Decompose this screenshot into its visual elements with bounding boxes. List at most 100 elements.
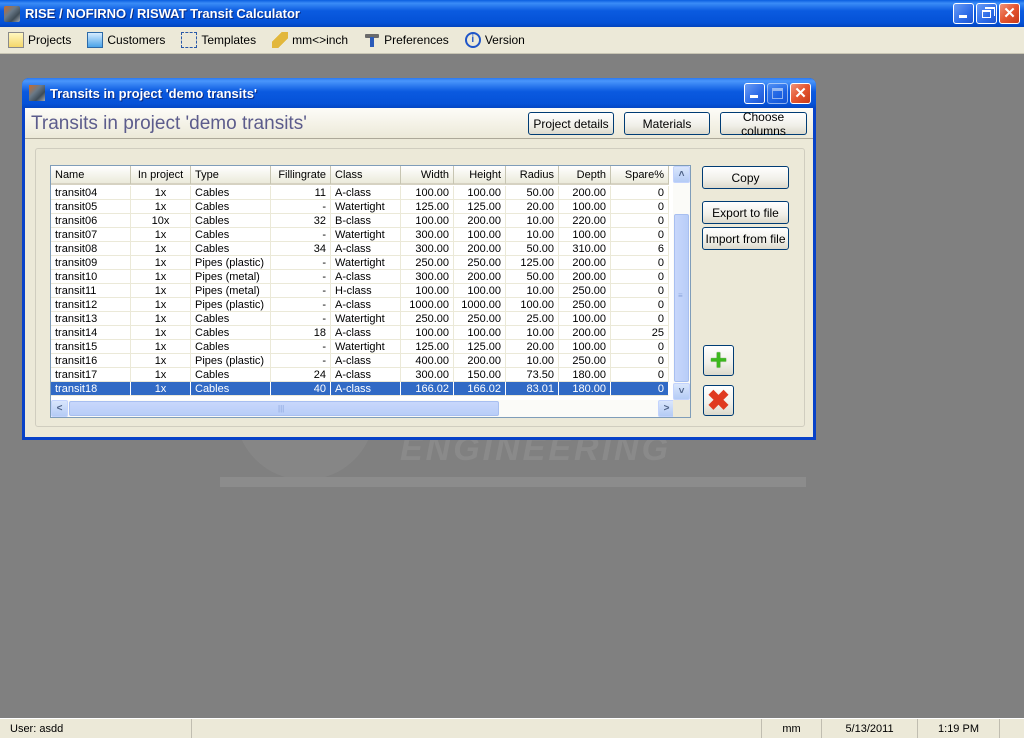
cell-type: Cables — [191, 368, 271, 382]
cell-width: 300.00 — [401, 270, 454, 284]
vertical-scrollbar[interactable]: ˄ ≡ ˅ — [673, 166, 690, 400]
status-user: User: asdd — [0, 719, 192, 738]
scroll-left-button[interactable]: < — [51, 400, 68, 417]
column-header-type[interactable]: Type — [191, 166, 271, 184]
scroll-up-button[interactable]: ˄ — [673, 166, 690, 183]
column-header-name[interactable]: Name — [51, 166, 131, 184]
table-row[interactable]: transit18 1x Cables 40 A-class 166.02 166.02 83… — [51, 382, 669, 396]
table-row[interactable]: transit17 1x Cables 24 A-class 300.00 150.00 73… — [51, 368, 669, 382]
cell-depth: 200.00 — [559, 270, 611, 284]
delete-transit-button[interactable]: ✖ — [703, 385, 734, 416]
cell-width: 100.00 — [401, 186, 454, 200]
cell-in-project: 1x — [131, 186, 191, 200]
menu-projects[interactable]: Projects — [8, 32, 71, 48]
cell-radius: 73.50 — [506, 368, 559, 382]
horizontal-scroll-thumb[interactable]: ||| — [69, 401, 499, 416]
cell-spare: 0 — [611, 214, 669, 228]
cell-name: transit08 — [51, 242, 131, 256]
app-window-controls: ✕ — [953, 3, 1020, 24]
table-body: transit04 1x Cables 11 A-class 100.00 100.00 50… — [51, 186, 669, 396]
vertical-scroll-thumb[interactable]: ≡ — [674, 214, 689, 382]
cell-height: 100.00 — [454, 326, 506, 340]
cell-name: transit15 — [51, 340, 131, 354]
column-header-fillingrate[interactable]: Fillingrate — [271, 166, 331, 184]
cell-radius: 10.00 — [506, 214, 559, 228]
cell-width: 100.00 — [401, 214, 454, 228]
cell-height: 100.00 — [454, 186, 506, 200]
column-header-width[interactable]: Width — [401, 166, 454, 184]
export-to-file-button[interactable]: Export to file — [702, 201, 789, 224]
cell-class: A-class — [331, 270, 401, 284]
cell-fillingrate: - — [271, 340, 331, 354]
table-row[interactable]: transit08 1x Cables 34 A-class 300.00 200.00 50… — [51, 242, 669, 256]
add-transit-button[interactable]: + — [703, 345, 734, 376]
menu-version[interactable]: i Version — [464, 32, 525, 48]
menu-customers[interactable]: Customers — [87, 32, 165, 48]
table-row[interactable]: transit09 1x Pipes (plastic) - Watertight 250… — [51, 256, 669, 270]
menu-templates[interactable]: Templates — [181, 32, 256, 48]
cell-spare: 0 — [611, 228, 669, 242]
scroll-down-button[interactable]: ˅ — [673, 383, 690, 400]
cell-width: 400.00 — [401, 354, 454, 368]
cell-fillingrate: 32 — [271, 214, 331, 228]
table-row[interactable]: transit06 10x Cables 32 B-class 100.00 200.00 1… — [51, 214, 669, 228]
horizontal-scrollbar[interactable]: < ||| > — [51, 400, 675, 417]
cell-height: 166.02 — [454, 382, 506, 396]
customers-icon — [87, 32, 104, 48]
copy-button[interactable]: Copy — [702, 166, 789, 189]
cell-class: A-class — [331, 326, 401, 340]
table-row[interactable]: transit07 1x Cables - Watertight 300.00 100.00… — [51, 228, 669, 242]
import-from-file-button[interactable]: Import from file — [702, 227, 789, 250]
cell-width: 100.00 — [401, 284, 454, 298]
table-row[interactable]: transit04 1x Cables 11 A-class 100.00 100.00 50… — [51, 186, 669, 200]
cell-depth: 100.00 — [559, 340, 611, 354]
app-minimize-button[interactable] — [953, 3, 974, 24]
menu-preferences[interactable]: Preferences — [364, 32, 449, 48]
transits-table[interactable]: Name In project Type Fillingrate Class W… — [50, 165, 691, 418]
child-minimize-button[interactable] — [744, 83, 765, 104]
cell-width: 250.00 — [401, 312, 454, 326]
app-restore-button[interactable] — [976, 3, 997, 24]
table-row[interactable]: transit15 1x Cables - Watertight 125.00 125.00… — [51, 340, 669, 354]
cell-class: Watertight — [331, 200, 401, 214]
choose-columns-button[interactable]: Choose columns — [720, 110, 807, 138]
cell-in-project: 1x — [131, 382, 191, 396]
column-header-radius[interactable]: Radius — [506, 166, 559, 184]
cell-fillingrate: - — [271, 284, 331, 298]
column-header-spare[interactable]: Spare% — [611, 166, 669, 184]
table-row[interactable]: transit05 1x Cables - Watertight 125.00 125.00… — [51, 200, 669, 214]
cell-in-project: 1x — [131, 242, 191, 256]
cell-depth: 100.00 — [559, 312, 611, 326]
status-date: 5/13/2011 — [822, 719, 918, 738]
table-row[interactable]: transit14 1x Cables 18 A-class 100.00 100.00 10… — [51, 326, 669, 340]
table-row[interactable]: transit16 1x Pipes (plastic) - A-class 400.00… — [51, 354, 669, 368]
transits-window-titlebar[interactable]: Transits in project 'demo transits' ✕ — [22, 78, 816, 108]
cell-spare: 0 — [611, 256, 669, 270]
menu-label: mm<>inch — [292, 33, 349, 47]
menu-label: Preferences — [384, 33, 449, 47]
table-row[interactable]: transit13 1x Cables - Watertight 250.00 250.00… — [51, 312, 669, 326]
column-header-class[interactable]: Class — [331, 166, 401, 184]
cell-depth: 100.00 — [559, 200, 611, 214]
cell-class: A-class — [331, 354, 401, 368]
cell-radius: 20.00 — [506, 340, 559, 354]
table-row[interactable]: transit10 1x Pipes (metal) - A-class 300.00 20… — [51, 270, 669, 284]
projects-icon — [8, 32, 24, 48]
project-details-button[interactable]: Project details — [528, 112, 614, 135]
menu-mm-inch[interactable]: mm<>inch — [272, 32, 348, 48]
app-close-button[interactable]: ✕ — [999, 3, 1020, 24]
child-maximize-button[interactable] — [767, 83, 788, 104]
column-header-depth[interactable]: Depth — [559, 166, 611, 184]
cell-width: 166.02 — [401, 382, 454, 396]
column-header-height[interactable]: Height — [454, 166, 506, 184]
child-close-button[interactable]: ✕ — [790, 83, 811, 104]
table-row[interactable]: transit11 1x Pipes (metal) - H-class 100.00 10… — [51, 284, 669, 298]
table-row[interactable]: transit12 1x Pipes (plastic) - A-class 1000.0… — [51, 298, 669, 312]
cell-fillingrate: 24 — [271, 368, 331, 382]
cell-fillingrate: 11 — [271, 186, 331, 200]
cell-fillingrate: - — [271, 200, 331, 214]
cell-name: transit04 — [51, 186, 131, 200]
hammer-icon — [364, 32, 380, 48]
materials-button[interactable]: Materials — [624, 112, 710, 135]
column-header-in-project[interactable]: In project — [131, 166, 191, 184]
